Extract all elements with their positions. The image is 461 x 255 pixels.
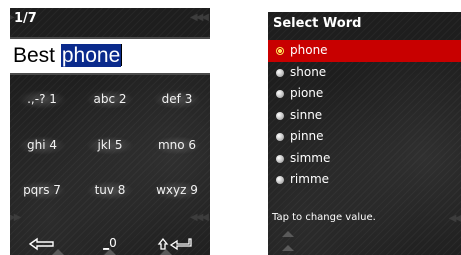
- scroll-indicator-icon: [282, 231, 294, 237]
- right-arrows-icon: ◀◀: [448, 213, 461, 224]
- scroll-indicator-icon: [160, 249, 172, 255]
- word-option-phone[interactable]: phone: [268, 40, 461, 62]
- scroll-indicator-icon: [282, 245, 294, 251]
- key-3[interactable]: def 3: [147, 86, 207, 112]
- lower-right-arrows-icon: ◀◀◀: [189, 212, 209, 223]
- shift-enter-button[interactable]: [147, 234, 207, 255]
- bullet-icon: [276, 154, 284, 163]
- bullet-icon: [276, 176, 284, 184]
- radio-selected-icon: [276, 47, 284, 55]
- lower-left-arrows-icon: ▶▶: [10, 212, 21, 223]
- word-option-rimme[interactable]: rimme: [268, 169, 461, 191]
- text-input-field[interactable]: Best phone: [10, 37, 210, 75]
- header-bar: ▶ 1/7 ◀◀◀: [10, 8, 210, 30]
- word-option-simme[interactable]: simme: [268, 148, 461, 170]
- word-list: phone shone pione sinne pinne simme rimm…: [268, 40, 461, 191]
- right-phone-screen: Select Word phone shone pione sinne pinn…: [268, 12, 461, 255]
- scroll-indicator-icon: [52, 249, 64, 255]
- hint-text: Tap to change value.: [272, 212, 376, 223]
- word-option-sinne[interactable]: sinne: [268, 105, 461, 127]
- scroll-indicator-icon: [104, 249, 116, 255]
- bullet-icon: [276, 90, 284, 98]
- bullet-icon: [276, 68, 284, 77]
- bullet-icon: [276, 111, 284, 120]
- key-2[interactable]: abc 2: [80, 86, 140, 112]
- text-cursor: [121, 44, 123, 66]
- word-option-pione[interactable]: pione: [268, 83, 461, 105]
- word-option-pinne[interactable]: pinne: [268, 126, 461, 148]
- bullet-icon: [276, 133, 284, 141]
- key-1[interactable]: .,-? 1: [12, 86, 72, 112]
- key-4[interactable]: ghi 4: [12, 132, 72, 158]
- word-option-shone[interactable]: shone: [268, 62, 461, 84]
- key-7[interactable]: pqrs 7: [12, 177, 72, 203]
- header-right-arrows-icon: ◀◀◀: [189, 12, 209, 23]
- key-5[interactable]: jkl 5: [80, 132, 140, 158]
- page-counter: 1/7: [14, 11, 37, 26]
- text-prefix: Best: [13, 44, 61, 67]
- key-9[interactable]: wxyz 9: [147, 177, 207, 203]
- left-phone-screen: ▶ 1/7 ◀◀◀ Best phone .,-? 1 abc 2 def 3 …: [10, 8, 210, 255]
- select-word-title: Select Word: [273, 16, 362, 31]
- key-6[interactable]: mno 6: [147, 132, 207, 158]
- key-8[interactable]: tuv 8: [80, 177, 140, 203]
- header-left-arrows-icon: ▶: [10, 12, 15, 23]
- selected-word: phone: [60, 44, 122, 67]
